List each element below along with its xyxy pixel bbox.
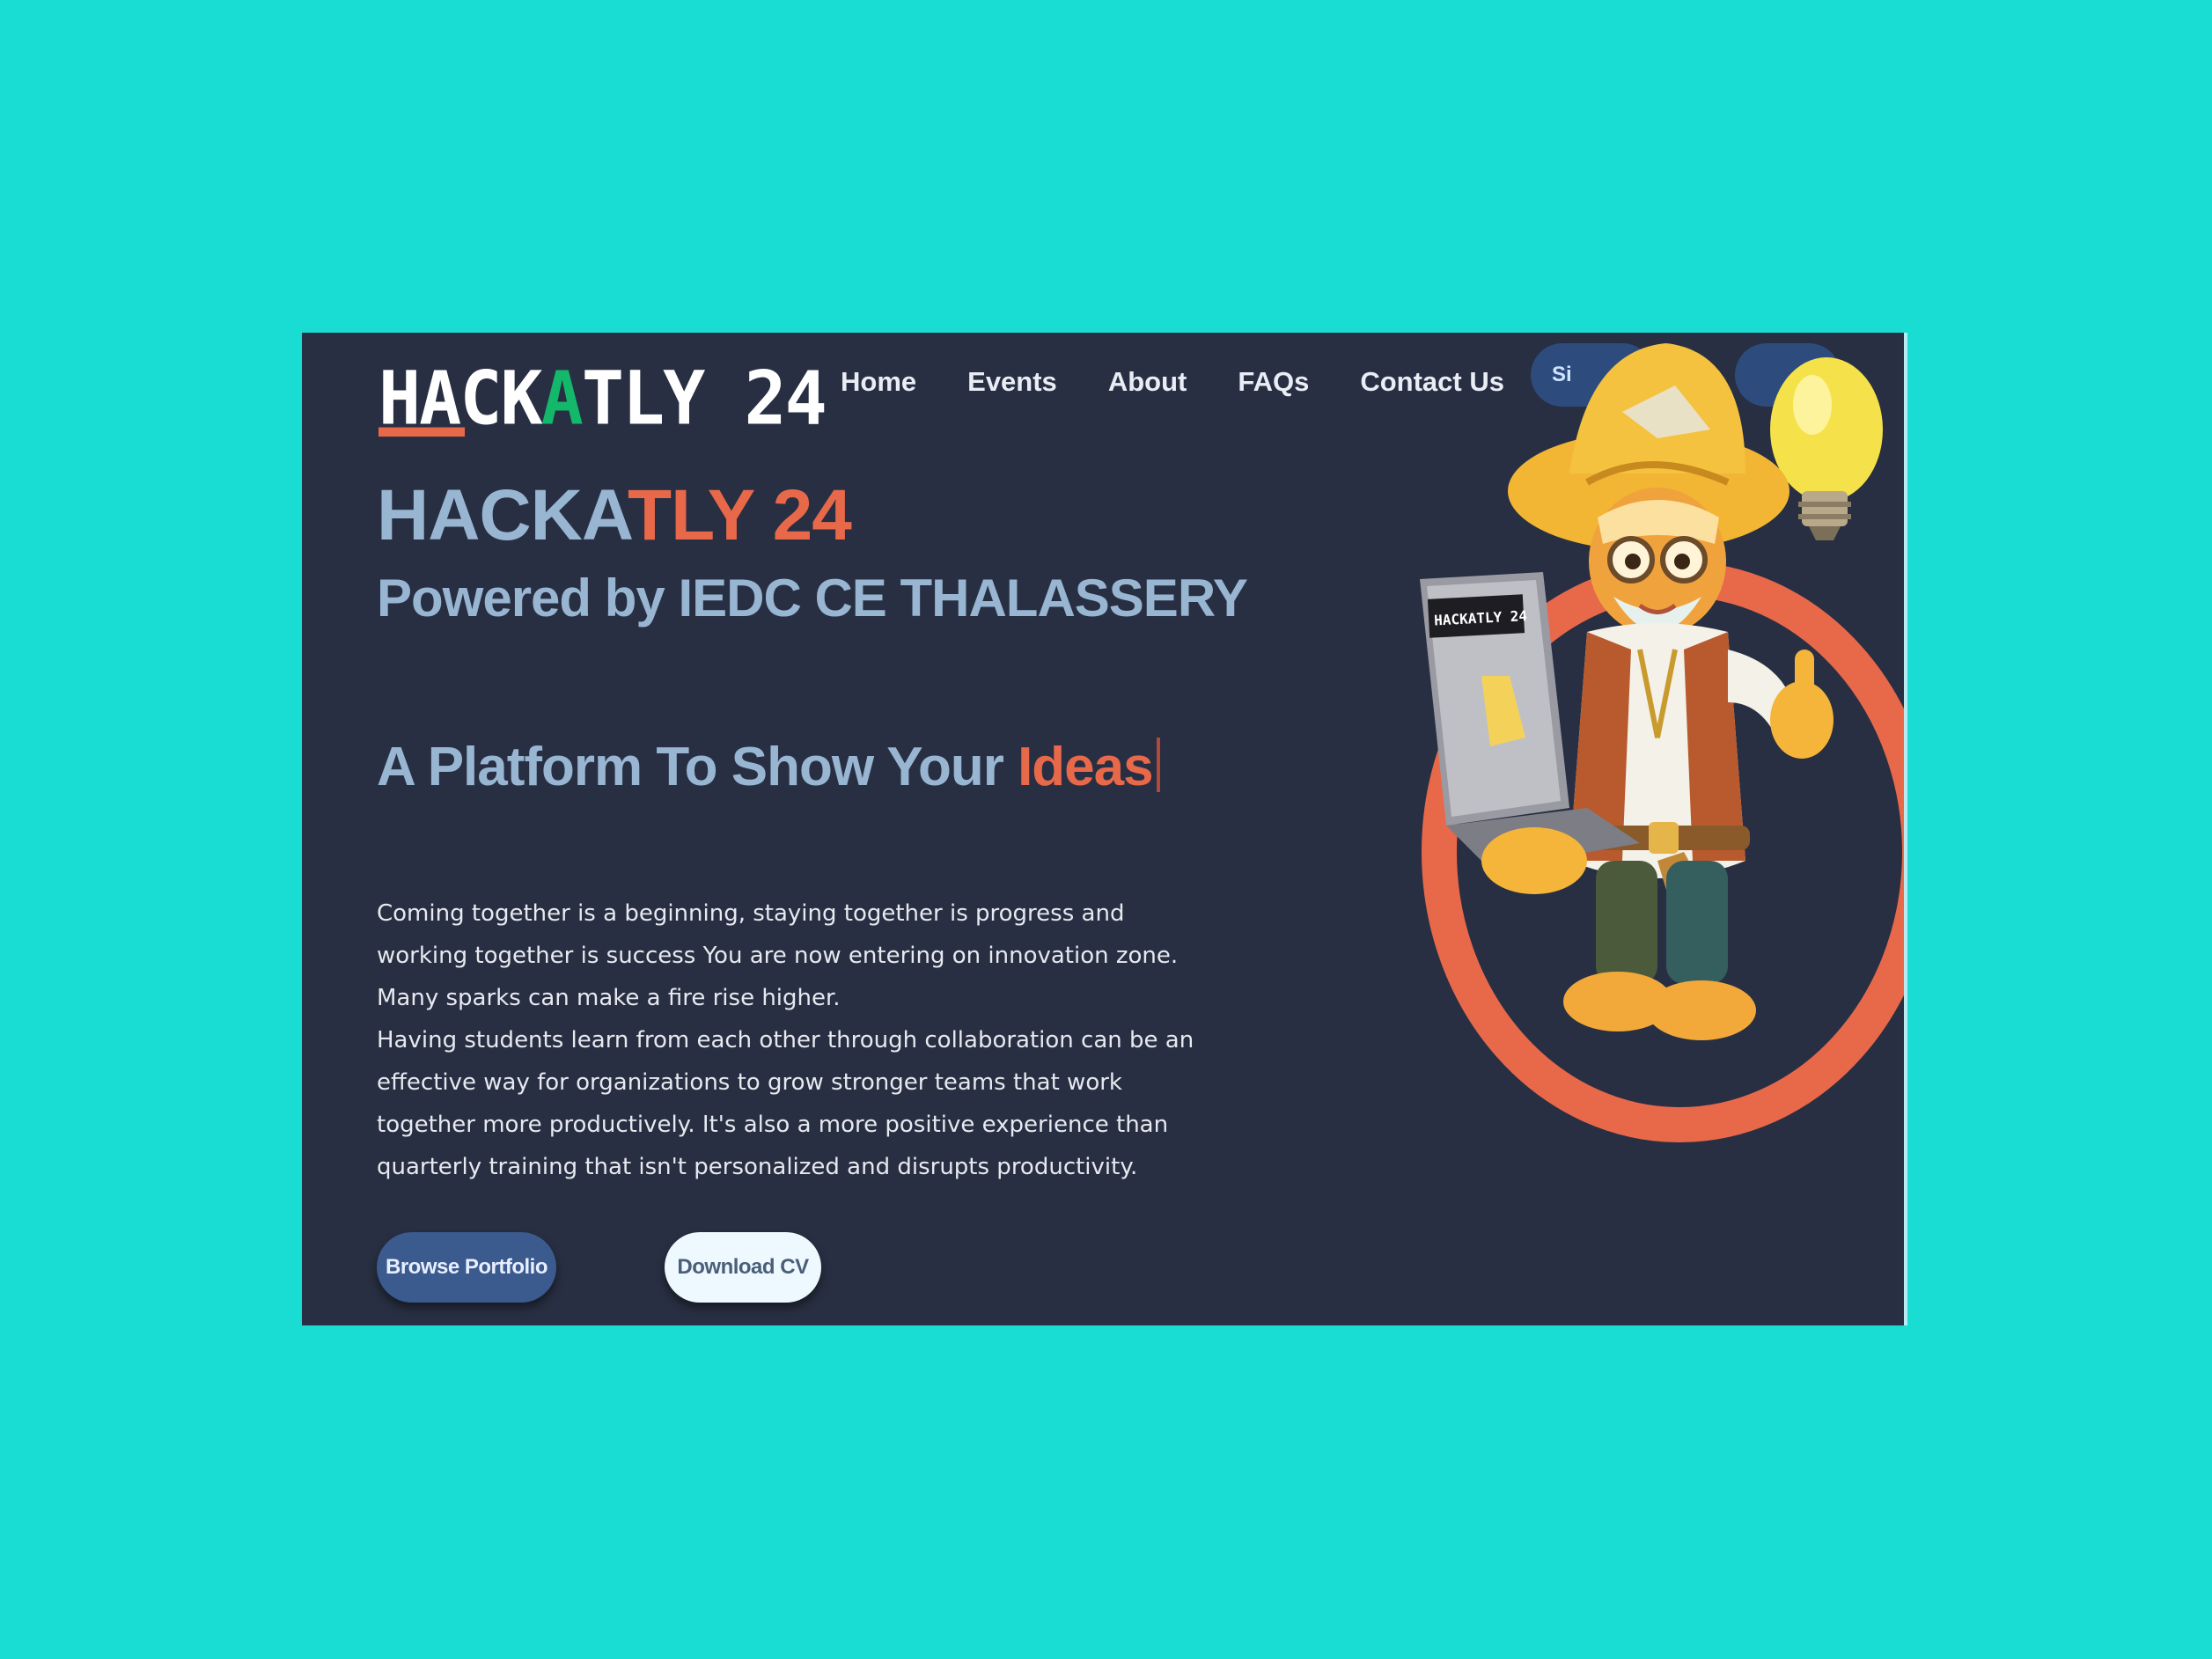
- logo-text-tly: TLY 24: [581, 355, 827, 442]
- logo-text-a: A: [540, 355, 584, 442]
- download-cv-button[interactable]: Download CV: [665, 1232, 821, 1303]
- hero-tagline: A Platform To Show Your Ideas: [377, 732, 1160, 803]
- hero-subtitle: Powered by IEDC CE THALASSERY: [377, 569, 1248, 628]
- nav-home[interactable]: Home: [841, 364, 916, 400]
- thumbs-up-arm: [1728, 650, 1834, 759]
- hero-paragraph-2: Having students learn from each other th…: [377, 1027, 1194, 1180]
- hero-title: HACKATLY 24: [377, 475, 852, 556]
- tagline-prefix: A Platform To Show Your: [377, 737, 1018, 797]
- hero-description: Coming together is a beginning, staying …: [377, 892, 1222, 1188]
- hero-paragraph-1: Coming together is a beginning, staying …: [377, 900, 1179, 1011]
- tagline-highlight: Ideas: [1018, 737, 1154, 797]
- nav-events[interactable]: Events: [967, 364, 1057, 400]
- mascot-face: [1589, 488, 1726, 635]
- mascot-legs: [1563, 861, 1756, 1040]
- light-bulb-icon: [1770, 357, 1883, 540]
- browse-portfolio-button[interactable]: Browse Portfolio: [377, 1232, 556, 1303]
- hero-title-part1: HACKA: [377, 475, 628, 555]
- hero-title-part2: TLY 24: [628, 475, 852, 555]
- logo-underline: [378, 427, 465, 437]
- website-screenshot: HACKATLY 24 Home Events About FAQs Conta…: [302, 333, 1907, 1325]
- nav-about[interactable]: About: [1108, 364, 1187, 400]
- hackatly-logo[interactable]: HACKATLY 24: [378, 355, 827, 442]
- typing-cursor: [1156, 738, 1160, 792]
- mascot-illustration: HACKATLY 24: [1420, 343, 1904, 1142]
